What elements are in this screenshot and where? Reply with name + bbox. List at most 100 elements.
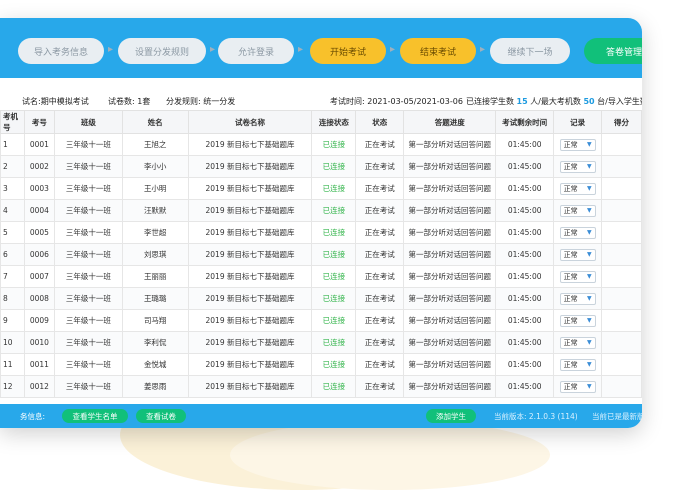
add-student-button[interactable]: 添加学生 — [426, 409, 476, 423]
record-select[interactable]: 正常 ▼ — [559, 270, 596, 283]
exam-number-cell: 0002 — [23, 155, 55, 178]
record-select[interactable]: 正常 ▼ — [559, 248, 596, 261]
answer-progress-cell: 第一部分听对话回答问题 — [403, 375, 497, 398]
record-select[interactable]: 正常 ▼ — [559, 204, 596, 217]
class-cell: 三年级十一班 — [53, 243, 123, 266]
record-cell: 正常 ▼ — [553, 221, 603, 244]
connection-status-cell: 已连接 — [311, 265, 357, 288]
class-cell: 三年级十一班 — [53, 287, 123, 310]
remaining-time-cell: 01:45:00 — [495, 177, 555, 200]
step-import-info[interactable]: 导入考务信息 — [18, 38, 104, 64]
footer-bar: 务信息: 查看学生名单 查看试卷 添加学生 当前版本: 2.1.0.3 (114… — [0, 404, 642, 428]
step-next-session[interactable]: 继续下一场 — [490, 38, 570, 64]
update-status-text: 当前已是最新版 — [592, 412, 642, 421]
record-select[interactable]: 正常 ▼ — [559, 138, 596, 151]
paper-name-cell: 2019 新目标七下基础题库 — [187, 287, 313, 310]
col-header-remaining: 考试剩余时间 — [495, 110, 555, 134]
exam-status-cell: 正在考试 — [355, 375, 405, 398]
exam-name-label: 试名:期中模拟考试 — [22, 96, 89, 107]
answer-progress-cell: 第一部分听对话回答问题 — [403, 221, 497, 244]
chevron-right-icon: ▸ — [390, 44, 396, 55]
record-cell: 正常 ▼ — [553, 243, 603, 266]
machine-number-cell: 6 — [0, 243, 25, 266]
step-end-exam[interactable]: 结束考试 — [400, 38, 476, 64]
answer-progress-cell: 第一部分听对话回答问题 — [403, 265, 497, 288]
record-select[interactable]: 正常 ▼ — [559, 380, 596, 393]
record-select[interactable]: 正常 ▼ — [559, 226, 596, 239]
step-start-exam[interactable]: 开始考试 — [310, 38, 386, 64]
score-cell — [601, 353, 642, 376]
student-name-cell: 李小小 — [121, 155, 189, 178]
record-select[interactable]: 正常 ▼ — [559, 292, 596, 305]
score-cell — [601, 265, 642, 288]
paper-name-cell: 2019 新目标七下基础题库 — [187, 199, 313, 222]
record-cell: 正常 ▼ — [553, 199, 603, 222]
view-students-button[interactable]: 查看学生名单 — [62, 409, 128, 423]
record-cell: 正常 ▼ — [553, 287, 603, 310]
exam-name: 期中模拟考试 — [40, 97, 89, 106]
connection-status-cell: 已连接 — [311, 309, 357, 332]
connection-status-cell: 已连接 — [311, 331, 357, 354]
chevron-down-icon: ▼ — [586, 383, 592, 390]
connection-status-cell: 已连接 — [311, 133, 357, 156]
connection-status-cell: 已连接 — [311, 155, 357, 178]
record-cell: 正常 ▼ — [553, 155, 603, 178]
record-cell: 正常 ▼ — [553, 375, 603, 398]
footer-label: 务信息: — [20, 412, 46, 421]
class-cell: 三年级十一班 — [53, 177, 123, 200]
app-window: 导入考务信息 ▸ 设置分发规则 ▸ 允许登录 ▸ 开始考试 ▸ 结束考试 ▸ 继… — [0, 18, 642, 428]
record-select[interactable]: 正常 ▼ — [559, 358, 596, 371]
record-select[interactable]: 正常 ▼ — [559, 314, 596, 327]
class-cell: 三年级十一班 — [53, 353, 123, 376]
exam-number-cell: 0007 — [23, 265, 55, 288]
record-select[interactable]: 正常 ▼ — [559, 182, 596, 195]
record-value: 正常 — [563, 382, 578, 391]
exam-status-cell: 正在考试 — [355, 265, 405, 288]
col-header-status: 状态 — [355, 110, 405, 134]
exam-status-cell: 正在考试 — [355, 287, 405, 310]
machine-number-cell: 11 — [0, 353, 25, 376]
exam-status-cell: 正在考试 — [355, 221, 405, 244]
step-allow-login[interactable]: 允许登录 — [218, 38, 294, 64]
record-select[interactable]: 正常 ▼ — [559, 160, 596, 173]
student-name-cell: 刘思琪 — [121, 243, 189, 266]
exam-number-cell: 0012 — [23, 375, 55, 398]
exam-number-cell: 0010 — [23, 331, 55, 354]
record-value: 正常 — [563, 140, 578, 149]
paper-name-cell: 2019 新目标七下基础题库 — [187, 243, 313, 266]
answer-progress-cell: 第一部分听对话回答问题 — [403, 133, 497, 156]
record-select[interactable]: 正常 ▼ — [559, 336, 596, 349]
table-row: 11 0011 三年级十一班 金悦城 2019 新目标七下基础题库 已连接 正在考试 第一部分… — [0, 353, 642, 376]
exam-label: 试名: — [22, 97, 41, 106]
table-row: 12 0012 三年级十一班 姜思雨 2019 新目标七下基础题库 已连接 正在考试 第一部分… — [0, 375, 642, 398]
table-row: 10 0010 三年级十一班 李利侃 2019 新目标七下基础题库 已连接 正在考试 第一部分… — [0, 331, 642, 354]
record-value: 正常 — [563, 184, 578, 193]
connection-status-cell: 已连接 — [311, 177, 357, 200]
remaining-time-cell: 01:45:00 — [495, 243, 555, 266]
remaining-time-cell: 01:45:00 — [495, 375, 555, 398]
step-toolbar: 导入考务信息 ▸ 设置分发规则 ▸ 允许登录 ▸ 开始考试 ▸ 结束考试 ▸ 继… — [0, 18, 642, 78]
answer-progress-cell: 第一部分听对话回答问题 — [403, 309, 497, 332]
col-header-record: 记录 — [553, 110, 603, 134]
exam-status-cell: 正在考试 — [355, 199, 405, 222]
step-set-rules[interactable]: 设置分发规则 — [118, 38, 206, 64]
view-papers-button[interactable]: 查看试卷 — [136, 409, 186, 423]
student-name-cell: 李利侃 — [121, 331, 189, 354]
imported-label: 台/导入学生数 — [597, 97, 642, 106]
chevron-down-icon: ▼ — [586, 317, 592, 324]
exam-info-bar: 试名:期中模拟考试 试卷数: 1套 分发规则: 统一分发 考试时间: 2021-… — [0, 78, 642, 111]
answer-sheet-manage-button[interactable]: 答卷管理 — [584, 38, 642, 64]
student-name-cell: 司马翔 — [121, 309, 189, 332]
col-header-machine: 考机号 — [0, 110, 25, 134]
time-value: 2021-03-05/2021-03-06 — [367, 97, 463, 106]
remaining-time-cell: 01:45:00 — [495, 309, 555, 332]
student-table: 考机号 考号 班级 姓名 试卷名称 连接状态 状态 答题进度 考试剩余时间 记录… — [0, 110, 642, 398]
table-header-row: 考机号 考号 班级 姓名 试卷名称 连接状态 状态 答题进度 考试剩余时间 记录… — [0, 110, 642, 134]
record-cell: 正常 ▼ — [553, 309, 603, 332]
machine-number-cell: 9 — [0, 309, 25, 332]
class-cell: 三年级十一班 — [53, 309, 123, 332]
table-row: 9 0009 三年级十一班 司马翔 2019 新目标七下基础题库 已连接 正在考试 第一部分听… — [0, 309, 642, 332]
answer-progress-cell: 第一部分听对话回答问题 — [403, 353, 497, 376]
record-value: 正常 — [563, 162, 578, 171]
record-value: 正常 — [563, 250, 578, 259]
